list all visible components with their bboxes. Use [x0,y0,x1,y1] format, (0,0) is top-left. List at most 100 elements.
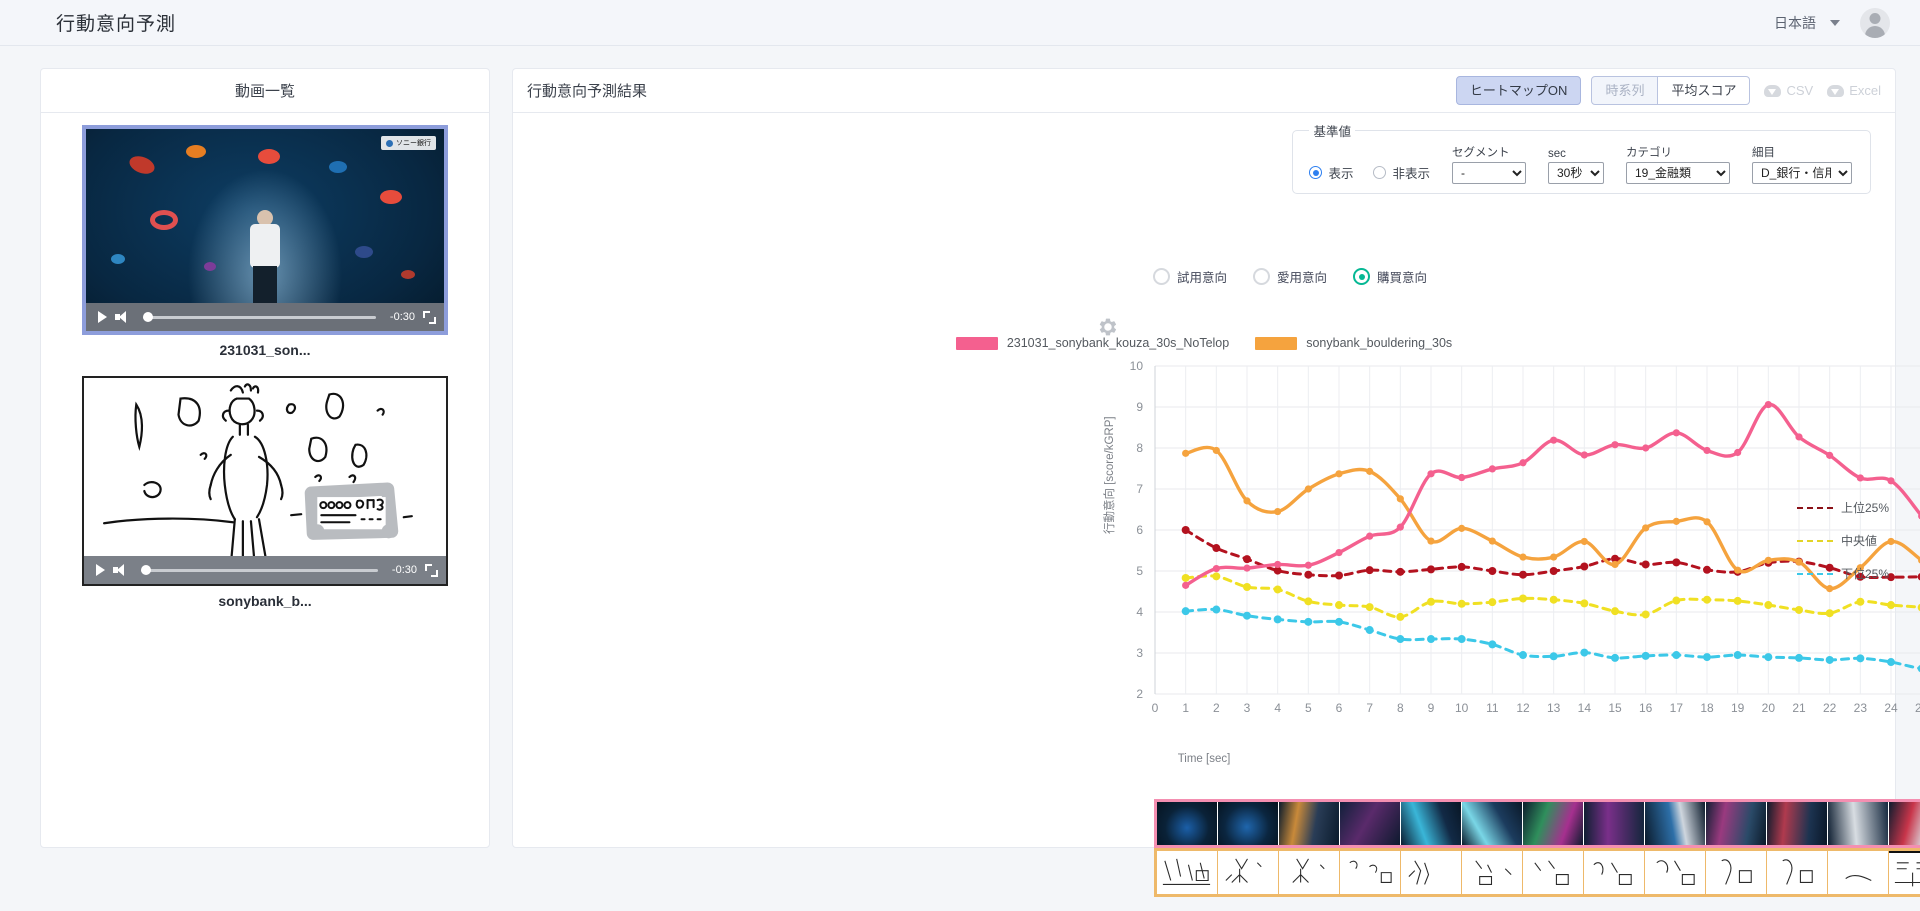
svg-text:22: 22 [1823,701,1837,715]
filmstrip-frame[interactable] [1523,802,1584,845]
app-title: 行動意向予測 [56,14,177,35]
category-select[interactable]: 19_金融類 [1626,162,1730,184]
svg-text:6: 6 [1336,701,1343,715]
svg-text:25: 25 [1915,701,1920,715]
strip-video-1[interactable] [1154,799,1920,848]
filmstrip-frame[interactable] [1462,851,1523,894]
filmstrip-frame[interactable] [1645,802,1706,845]
video-thumbnail-2[interactable]: -0:30 [82,376,448,586]
radio-show-indicator[interactable] [1309,166,1323,179]
legend-item-median[interactable]: 中央値 [1796,532,1889,549]
chevron-down-icon[interactable] [1830,19,1840,26]
intent-purchase-label: 購買意向 [1377,271,1428,285]
filmstrip-frame[interactable] [1218,851,1279,894]
filmstrip-frame[interactable] [1279,851,1340,894]
video-time-1: -0:30 [389,311,415,323]
radio-hide[interactable]: 非表示 [1373,163,1430,182]
filter-subitem-label: 細目 [1752,147,1775,159]
filmstrip-frame[interactable] [1706,851,1767,894]
filmstrip-frame-image [1828,802,1888,845]
legend-item-lower25[interactable]: 下位25% [1796,565,1889,582]
video-list-panel: 動画一覧 ソニー銀行 -0:30 231031_son... -0:30 son… [40,68,490,848]
filmstrip-frame[interactable] [1401,851,1462,894]
subitem-select[interactable]: D_銀行・信用: [1752,162,1852,184]
filmstrip-frame-image [1706,802,1766,845]
video-player-controls-2[interactable]: -0:30 [84,556,446,584]
list-item[interactable]: ソニー銀行 -0:30 231031_son... [41,125,489,376]
svg-text:4: 4 [1274,701,1281,715]
filmstrip-frame-sketch [1645,851,1705,894]
svg-text:6: 6 [1136,523,1143,537]
heatmap-toggle-button[interactable]: ヒートマップON [1455,76,1582,105]
intent-purchase-indicator[interactable] [1353,268,1371,285]
play-icon[interactable] [96,564,105,576]
filmstrip-frame[interactable] [1279,802,1340,845]
svg-text:23: 23 [1854,701,1868,715]
video-thumbnail-1[interactable]: ソニー銀行 -0:30 [82,125,448,335]
video-player-controls-1[interactable]: -0:30 [86,303,444,331]
svg-text:9: 9 [1428,701,1435,715]
panel-header: 行動意向予測結果 ヒートマップON 時系列 平均スコア CSV Excel [513,69,1895,113]
svg-text:9: 9 [1136,400,1143,414]
video-list: ソニー銀行 -0:30 231031_son... -0:30 sonybank… [41,113,489,627]
filmstrip-frame-sketch [1279,851,1339,894]
filmstrip-frame[interactable] [1523,851,1584,894]
video-progress-slider-2[interactable] [141,565,378,575]
filmstrip-frame-sketch [1889,853,1920,894]
filmstrip-frame[interactable] [1340,802,1401,845]
filmstrip-frame[interactable] [1401,802,1462,845]
filmstrip-frame[interactable] [1157,851,1218,894]
svg-text:0: 0 [1152,701,1159,715]
video-progress-slider-1[interactable] [143,312,376,322]
fullscreen-icon[interactable] [425,563,438,577]
filmstrip-frame[interactable] [1584,851,1645,894]
intent-trial[interactable]: 試用意向 [1153,267,1227,286]
radio-show[interactable]: 表示 [1309,163,1353,182]
tab-average-score[interactable]: 平均スコア [1658,76,1751,105]
svg-text:5: 5 [1305,701,1312,715]
svg-text:21: 21 [1792,701,1806,715]
download-excel-button[interactable]: Excel [1827,83,1881,98]
filmstrip-frame[interactable] [1828,802,1889,845]
intent-loyalty-label: 愛用意向 [1277,271,1328,285]
filmstrip-frame[interactable] [1767,802,1828,845]
intent-loyalty-indicator[interactable] [1253,268,1271,285]
filmstrip-frame[interactable] [1157,802,1218,845]
legend-dash-upper25 [1796,506,1833,509]
tab-timeseries[interactable]: 時系列 [1591,76,1659,105]
svg-text:8: 8 [1136,441,1143,455]
language-label[interactable]: 日本語 [1774,13,1816,33]
video-caption-2: sonybank_b... [218,593,312,609]
volume-icon[interactable] [113,564,127,576]
play-icon[interactable] [98,311,107,323]
filmstrip-frame[interactable] [1584,802,1645,845]
filmstrip-frame[interactable] [1340,851,1401,894]
filters-bar: 基準値 表示 非表示 セグメント - sec 30秒 カテゴリ 19_金融類 細… [1292,121,1871,194]
radio-hide-indicator[interactable] [1373,166,1387,179]
segment-select[interactable]: - [1452,162,1526,184]
filmstrip-frame[interactable] [1218,802,1279,845]
filmstrip-frame[interactable] [1645,851,1706,894]
svg-text:13: 13 [1547,701,1561,715]
sec-select[interactable]: 30秒 [1548,162,1604,184]
list-item[interactable]: -0:30 sonybank_b... [41,376,489,627]
intent-loyalty[interactable]: 愛用意向 [1253,267,1327,286]
filmstrip-frame[interactable] [1889,802,1920,845]
filmstrip-frame[interactable] [1767,851,1828,894]
fullscreen-icon[interactable] [423,310,436,324]
volume-icon[interactable] [115,311,129,323]
filmstrip-frame[interactable] [1706,802,1767,845]
filmstrip-frame[interactable] [1462,802,1523,845]
intent-trial-indicator[interactable] [1153,268,1170,285]
filmstrip-frame[interactable] [1889,851,1920,894]
avatar[interactable] [1860,7,1890,38]
filmstrip-frame-image [1889,802,1920,845]
intent-purchase[interactable]: 購買意向 [1353,267,1427,286]
filmstrip-frame[interactable] [1828,851,1889,894]
strip-video-2[interactable] [1154,848,1920,897]
svg-text:14: 14 [1578,701,1592,715]
legend-item-upper25[interactable]: 上位25% [1796,499,1889,516]
filmstrip-frame-image [1645,802,1705,845]
download-csv-button[interactable]: CSV [1764,83,1813,98]
filmstrip-frame-image [1584,802,1644,845]
